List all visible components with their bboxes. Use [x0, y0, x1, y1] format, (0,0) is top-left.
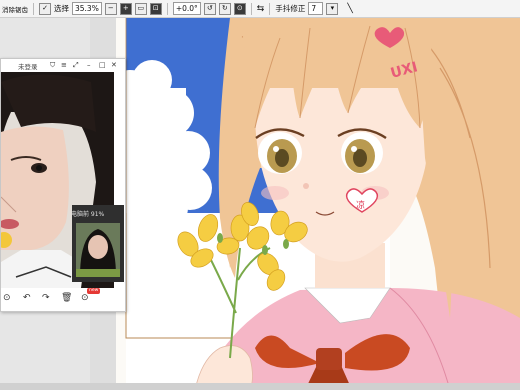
toolbar-divider [269, 2, 271, 15]
zoom-fit-button[interactable]: ▭ [134, 2, 147, 15]
zoom-in-button[interactable]: + [119, 2, 132, 15]
pip-label: 电脑前 91% [71, 211, 105, 218]
redo-icon[interactable]: ↷ [42, 293, 50, 303]
minimize-icon[interactable]: – [87, 61, 91, 70]
flip-icon[interactable]: ⇆ [257, 4, 265, 14]
mode-label: 选择 [54, 4, 69, 13]
zoom-reset-button[interactable]: ⊡ [149, 2, 162, 15]
horizontal-scrollbar[interactable] [0, 383, 520, 390]
camera-window-title: 未登录 [18, 62, 38, 71]
toolbar-divider [250, 2, 252, 15]
stabilizer-dropdown[interactable]: ▾ [326, 2, 339, 15]
svg-text:凉: 凉 [356, 199, 365, 211]
rotate-right-button[interactable]: ↻ [218, 2, 231, 15]
angle-field[interactable]: +0.0° [172, 2, 201, 15]
rotate-reset-button[interactable]: ⊙ [233, 2, 246, 15]
mode-checkbox[interactable]: ✓ [39, 2, 51, 15]
toolbar-divider [166, 2, 168, 15]
artwork-canvas[interactable]: 凉 UXI [90, 18, 520, 390]
pen-icon[interactable]: ╲ [347, 4, 352, 14]
expand-up-icon[interactable]: ⊙ [81, 293, 89, 303]
maximize-icon[interactable]: □ [99, 61, 106, 70]
canvas-area[interactable]: 凉 UXI [90, 18, 520, 390]
shirt-icon[interactable]: ⛉ [50, 61, 55, 70]
new-badge: new [87, 288, 101, 294]
top-toolbar: 消除锯齿 ✓ 选择 35.3% − + ▭ ⊡ +0.0° ↺ ↻ ⊙ ⇆ 手抖… [0, 0, 520, 18]
smoothing-label[interactable]: 消除锯齿 [2, 4, 28, 14]
expand-icon[interactable]: ⤢ [73, 61, 79, 70]
undo-icon[interactable]: ↶ [23, 293, 31, 303]
menu-icon[interactable]: ≡ [61, 61, 67, 70]
stabilizer-field[interactable]: 7 [308, 2, 324, 15]
rotate-left-button[interactable]: ↺ [203, 2, 216, 15]
zoom-field[interactable]: 35.3% [72, 2, 102, 15]
toolbar-divider [33, 2, 34, 15]
zoom-out-button[interactable]: − [104, 2, 117, 15]
close-icon[interactable]: ✕ [111, 61, 117, 70]
trash-icon[interactable]: 🗑 [61, 293, 72, 303]
camera-window[interactable]: 未登录 ⛉ ≡ ⤢ – □ ✕ 电脑前 91% ⊙ ↶ ↷ 🗑 ⊙ new [0, 58, 126, 312]
stabilizer-label: 手抖修正 [275, 4, 306, 13]
play-icon[interactable]: ⊙ [3, 293, 11, 303]
